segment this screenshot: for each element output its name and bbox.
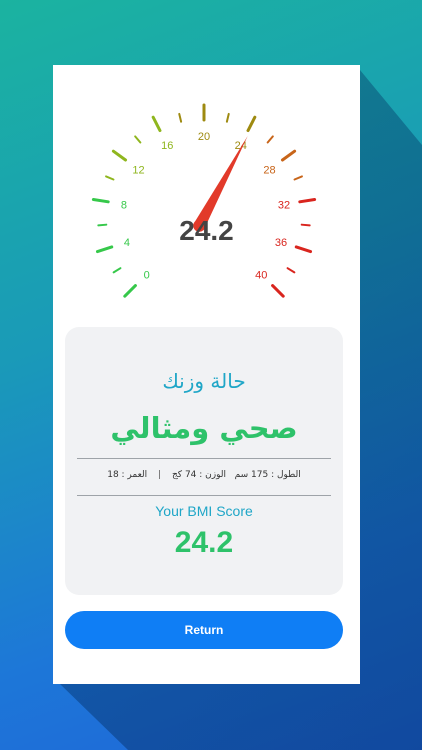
gauge-major-tick [91,197,110,204]
gauge-minor-tick [105,175,115,181]
result-panel: حالة وزنك صحي ومثالي الطول : 175 سم الوز… [65,327,343,595]
gauge-tick-label: 40 [255,269,267,281]
gauge-major-tick [123,284,137,298]
bmi-result-card: 0 4 8 12 16 20 24 28 32 36 40 24.2 حالة وزنك صحي و… [53,65,360,684]
body-info-row: الطول : 175 سم الوزن : 74 كج | العمر : 1… [65,470,343,480]
gauge-tick-label: 28 [263,164,275,176]
gauge-minor-tick [112,267,122,274]
gauge-minor-tick [266,135,274,144]
weight-status-value: صحي ومثالي [110,411,298,445]
gauge-tick-label: 16 [161,140,173,152]
gauge-major-tick [271,284,285,298]
gauge-major-tick [151,115,162,133]
weight-status-heading: حالة وزنك [162,369,246,393]
gauge-major-tick [294,245,313,254]
divider [77,458,331,459]
gauge-minor-tick [286,267,296,274]
gauge-minor-tick [134,135,142,144]
gauge-major-tick [111,149,128,162]
gauge-value: 24.2 [179,215,234,246]
gauge-major-tick [246,115,257,133]
bmi-gauge: 0481216202428323640 [91,103,317,298]
return-button[interactable]: Return [65,611,343,649]
gauge-major-tick [298,197,317,204]
height-text: الطول : 175 سم [234,470,301,480]
gauge-tick-label: 8 [121,199,127,211]
gauge-tick-label: 0 [144,269,150,281]
gauge-tick-label: 12 [132,164,144,176]
age-text: العمر : 18 [107,470,148,480]
gauge-major-tick [95,245,114,254]
divider [77,495,331,496]
gauge-major-tick [280,149,297,162]
gauge-minor-tick [293,175,303,181]
gauge-minor-tick [225,112,230,123]
bmi-score-value: 24.2 [174,526,234,559]
info-separator: | [158,470,162,480]
gauge-minor-tick [178,112,183,123]
gauge-tick-label: 32 [278,199,290,211]
bmi-score-label: Your BMI Score [155,503,253,519]
gauge-tick-label: 20 [198,131,210,143]
weight-text: الوزن : 74 كج [171,470,227,480]
